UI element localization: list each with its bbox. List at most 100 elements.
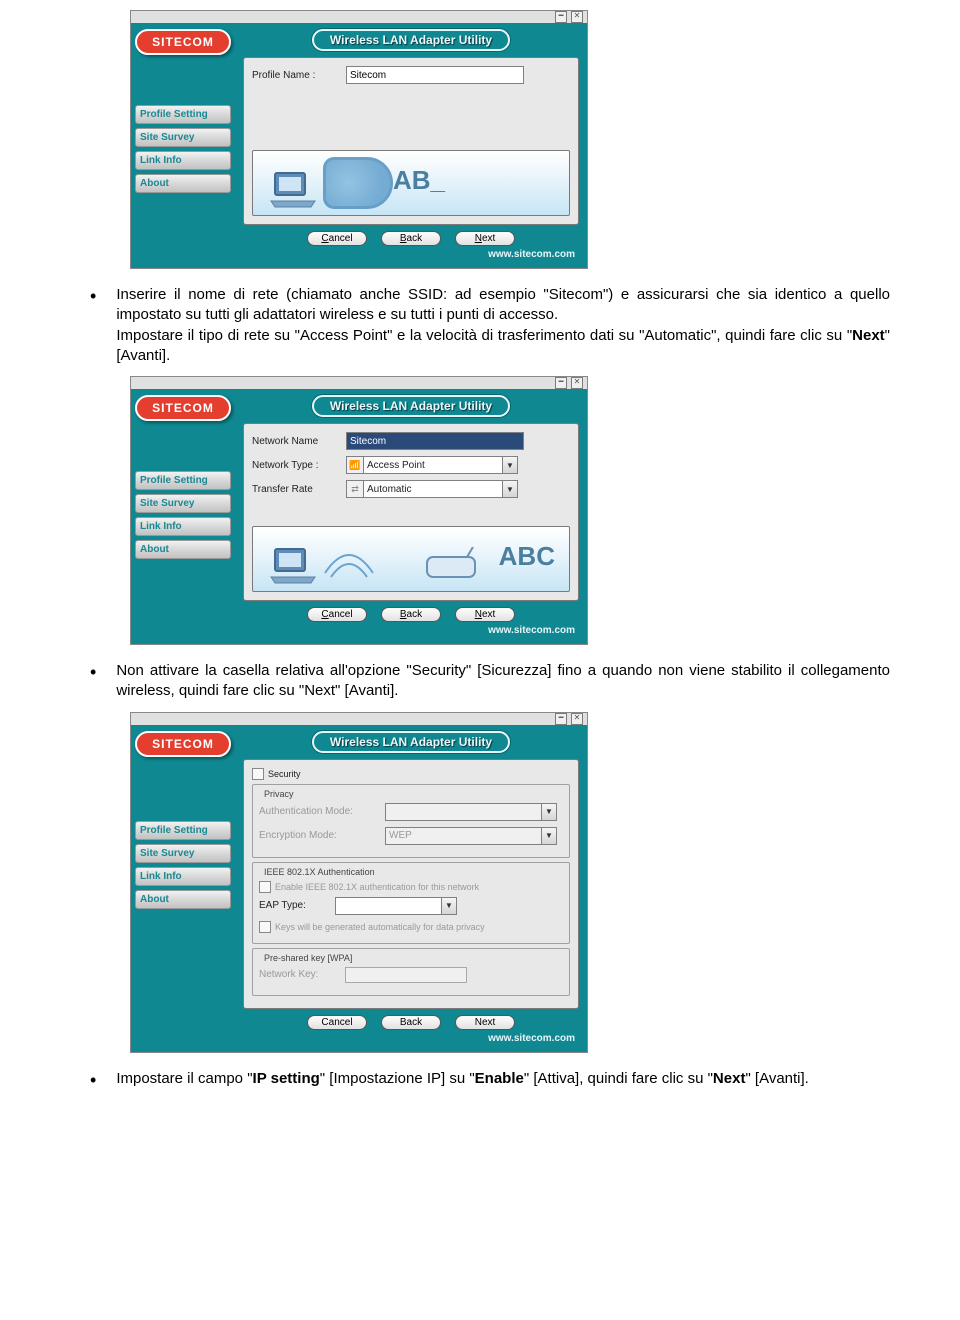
- bullet-1-text-a: Inserire il nome di rete (chiamato anche…: [116, 286, 890, 323]
- utility-window: ━ ✕ SITECOM Profile Setting Site Survey …: [130, 376, 588, 645]
- network-key-label: Network Key:: [259, 969, 339, 980]
- signal-lines-icon: [321, 533, 377, 583]
- cancel-button[interactable]: Cancel: [307, 607, 367, 622]
- document-page: ━ ✕ SITECOM Profile Setting Site Survey …: [0, 10, 960, 1117]
- cancel-button[interactable]: Cancel: [307, 1015, 367, 1030]
- auth-mode-label: Authentication Mode:: [259, 806, 379, 817]
- security-checkbox[interactable]: [252, 768, 264, 780]
- next-button[interactable]: Next: [455, 1015, 515, 1030]
- utility-main-panel: Wireless LAN Adapter Utility Profile Nam…: [235, 23, 587, 268]
- network-key-input: [345, 967, 467, 983]
- window-titlebar: ━ ✕: [131, 11, 587, 23]
- chevron-down-icon: ▼: [441, 898, 456, 914]
- utility-title: Wireless LAN Adapter Utility: [312, 731, 510, 753]
- sidebar-item-site-survey[interactable]: Site Survey: [135, 844, 231, 863]
- ieee-legend: IEEE 802.1X Authentication: [261, 867, 378, 877]
- sidebar-item-about[interactable]: About: [135, 174, 231, 193]
- network-type-select[interactable]: 📶 Access Point ▼: [346, 456, 518, 474]
- enable-8021x-checkbox: [259, 881, 271, 893]
- utility-main-panel: Wireless LAN Adapter Utility Security Pr…: [235, 725, 587, 1052]
- encryption-mode-label: Encryption Mode:: [259, 830, 379, 841]
- wizard-illustration: ABC: [252, 526, 570, 592]
- wizard-button-row: Cancel Back Next: [243, 1015, 579, 1030]
- network-type-value: Access Point: [364, 460, 502, 471]
- form-panel: Profile Name :: [243, 57, 579, 225]
- utility-window: ━ ✕ SITECOM Profile Setting Site Survey …: [130, 712, 588, 1053]
- transfer-rate-select[interactable]: ⇄ Automatic ▼: [346, 480, 518, 498]
- bullet-3-c: " [Impostazione IP] su ": [320, 1070, 475, 1087]
- transfer-rate-label: Transfer Rate: [252, 484, 340, 495]
- chevron-down-icon: ▼: [502, 481, 517, 497]
- chevron-down-icon: ▼: [541, 804, 556, 820]
- sidebar-item-link-info[interactable]: Link Info: [135, 867, 231, 886]
- minimize-icon[interactable]: ━: [555, 713, 567, 725]
- next-button[interactable]: Next: [455, 231, 515, 246]
- sidebar-item-link-info[interactable]: Link Info: [135, 517, 231, 536]
- privacy-fieldset: Privacy Authentication Mode: ▼ Encryptio…: [252, 784, 570, 858]
- sidebar-item-about[interactable]: About: [135, 540, 231, 559]
- psk-legend: Pre-shared key [WPA]: [261, 953, 355, 963]
- bullet-3-f: Next: [713, 1070, 746, 1087]
- encryption-mode-value: WEP: [386, 830, 541, 841]
- sidebar: SITECOM Profile Setting Site Survey Link…: [131, 725, 235, 1052]
- instruction-bullet-2: • Non attivare la casella relativa all'o…: [90, 661, 890, 702]
- laptop-icon: [269, 171, 317, 209]
- back-button[interactable]: Back: [381, 607, 441, 622]
- utility-window: ━ ✕ SITECOM Profile Setting Site Survey …: [130, 10, 588, 269]
- screenshot-2: ━ ✕ SITECOM Profile Setting Site Survey …: [130, 376, 890, 645]
- illustration-text: AB_: [393, 165, 445, 196]
- close-icon[interactable]: ✕: [571, 377, 583, 389]
- eap-type-select[interactable]: ▼: [335, 897, 457, 915]
- wizard-illustration: AB_: [252, 150, 570, 216]
- bullet-3-d: Enable: [475, 1070, 524, 1087]
- profile-name-input[interactable]: [346, 66, 524, 84]
- wizard-button-row: Cancel Back Next: [243, 231, 579, 246]
- minimize-icon[interactable]: ━: [555, 11, 567, 23]
- bullet-3-g: " [Avanti].: [745, 1070, 808, 1087]
- eap-type-label: EAP Type:: [259, 900, 329, 911]
- sidebar-item-link-info[interactable]: Link Info: [135, 151, 231, 170]
- footer-url: www.sitecom.com: [243, 246, 579, 264]
- bullet-3-b: IP setting: [253, 1070, 320, 1087]
- network-name-input[interactable]: [346, 432, 524, 450]
- ieee-fieldset: IEEE 802.1X Authentication Enable IEEE 8…: [252, 862, 570, 944]
- network-name-label: Network Name: [252, 436, 340, 447]
- bullet-icon: •: [90, 663, 96, 681]
- sidebar-item-site-survey[interactable]: Site Survey: [135, 494, 231, 513]
- bullet-1-bold: Next: [852, 327, 885, 344]
- sidebar: SITECOM Profile Setting Site Survey Link…: [131, 23, 235, 268]
- bullet-icon: •: [90, 1071, 96, 1089]
- wizard-button-row: Cancel Back Next: [243, 607, 579, 622]
- screenshot-1: ━ ✕ SITECOM Profile Setting Site Survey …: [130, 10, 890, 269]
- form-panel: Network Name Network Type : 📶 Access Poi…: [243, 423, 579, 601]
- sidebar-item-about[interactable]: About: [135, 890, 231, 909]
- transfer-rate-value: Automatic: [364, 484, 502, 495]
- back-button[interactable]: Back: [381, 1015, 441, 1030]
- sidebar-item-profile-setting[interactable]: Profile Setting: [135, 821, 231, 840]
- back-button[interactable]: Back: [381, 231, 441, 246]
- next-button[interactable]: Next: [455, 607, 515, 622]
- footer-url: www.sitecom.com: [243, 622, 579, 640]
- encryption-mode-select: WEP ▼: [385, 827, 557, 845]
- profile-name-label: Profile Name :: [252, 70, 340, 81]
- access-point-icon: 📶: [347, 457, 364, 473]
- bullet-3-a: Impostare il campo ": [116, 1070, 252, 1087]
- screenshot-3: ━ ✕ SITECOM Profile Setting Site Survey …: [130, 712, 890, 1053]
- window-titlebar: ━ ✕: [131, 713, 587, 725]
- keys-auto-checkbox: [259, 921, 271, 933]
- bullet-2-text: Non attivare la casella relativa all'opz…: [116, 661, 890, 702]
- enable-8021x-label: Enable IEEE 802.1X authentication for th…: [275, 882, 479, 892]
- sidebar-item-site-survey[interactable]: Site Survey: [135, 128, 231, 147]
- sidebar-item-profile-setting[interactable]: Profile Setting: [135, 471, 231, 490]
- illustration-text: ABC: [499, 541, 555, 572]
- cancel-button[interactable]: Cancel: [307, 231, 367, 246]
- utility-title: Wireless LAN Adapter Utility: [312, 395, 510, 417]
- minimize-icon[interactable]: ━: [555, 377, 567, 389]
- auth-mode-select: ▼: [385, 803, 557, 821]
- close-icon[interactable]: ✕: [571, 713, 583, 725]
- sidebar-item-profile-setting[interactable]: Profile Setting: [135, 105, 231, 124]
- utility-main-panel: Wireless LAN Adapter Utility Network Nam…: [235, 389, 587, 644]
- chevron-down-icon: ▼: [502, 457, 517, 473]
- psk-fieldset: Pre-shared key [WPA] Network Key:: [252, 948, 570, 996]
- close-icon[interactable]: ✕: [571, 11, 583, 23]
